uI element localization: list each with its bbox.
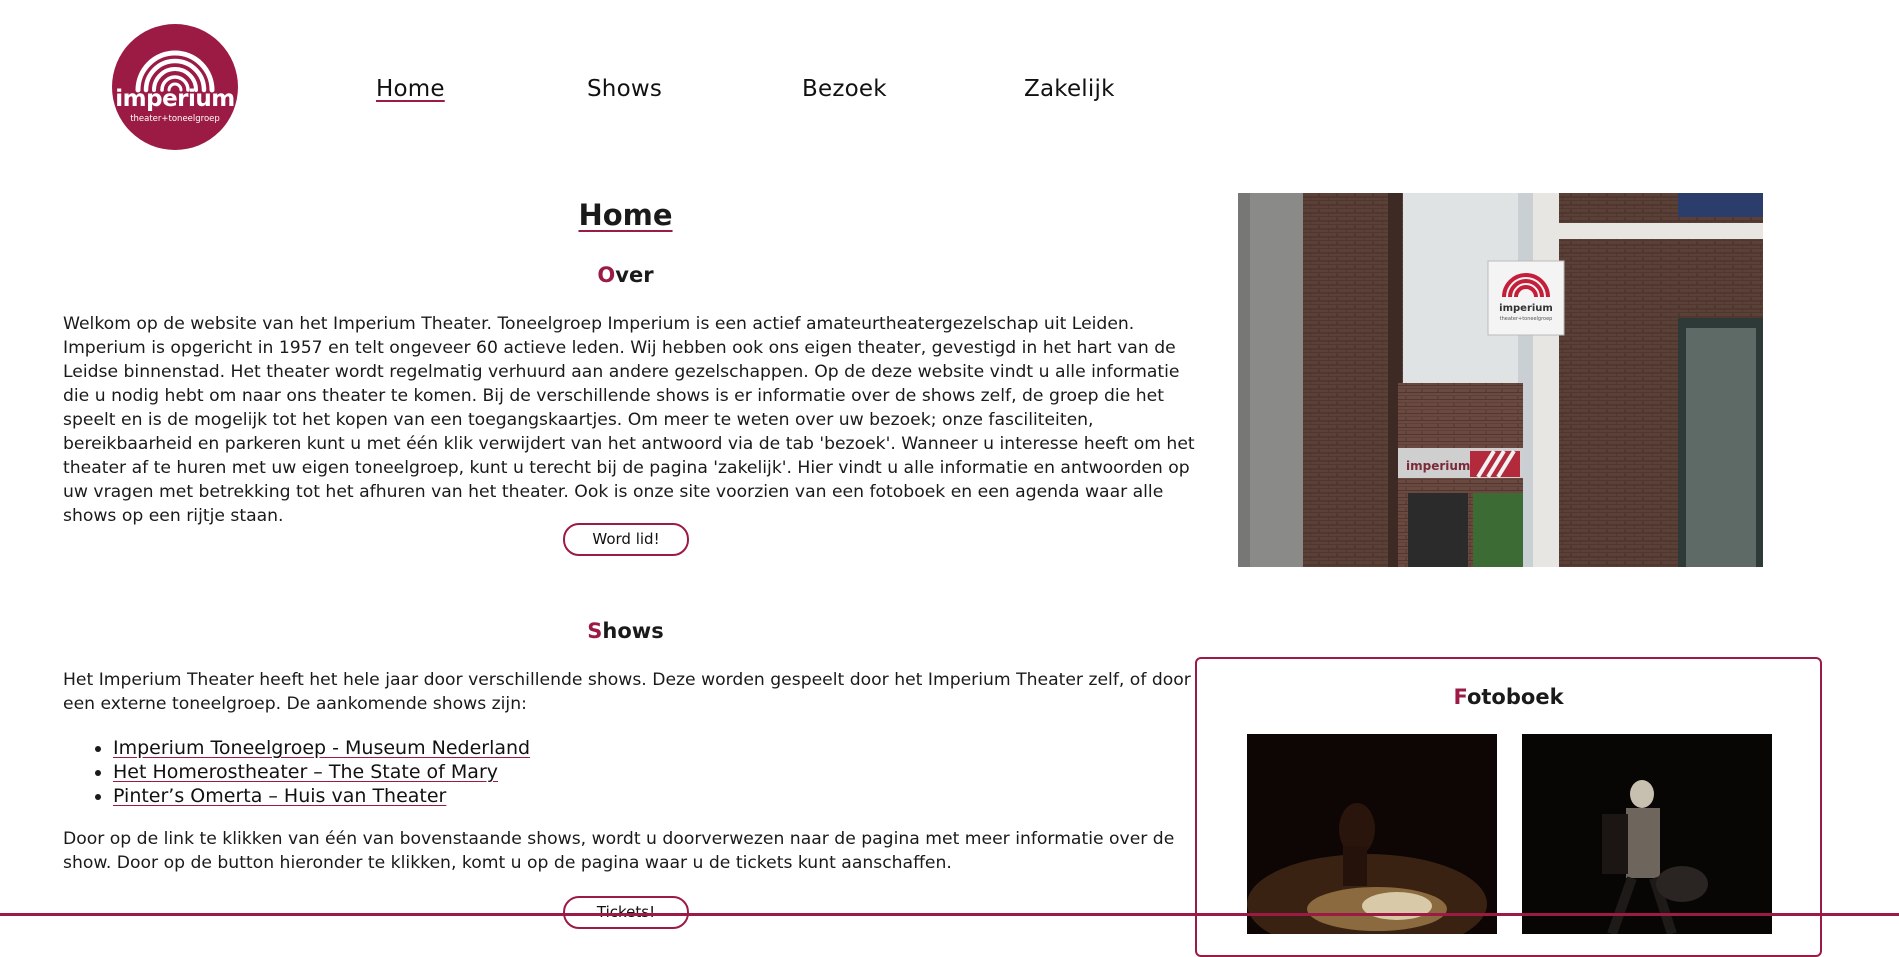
shows-heading-initial: S [587, 619, 603, 643]
fotoboek-heading-rest: otoboek [1466, 685, 1564, 709]
photo-sign-name: imperium [1499, 303, 1553, 314]
fotoboek-card: Fotoboek [1195, 657, 1822, 957]
site-logo[interactable]: imperium theater+toneelgroep [112, 24, 238, 150]
stage-scene-image [1247, 734, 1497, 934]
stage-actors-image [1522, 734, 1772, 934]
over-heading-initial: O [597, 263, 616, 287]
logo-name: imperium [115, 86, 235, 112]
fotoboek-photo-2[interactable] [1522, 734, 1772, 934]
nav-shows[interactable]: Shows [587, 76, 662, 102]
theater-building-image: imperium imperium theater+toneelgroep [1238, 193, 1763, 567]
fotoboek-heading: Fotoboek [1197, 685, 1820, 709]
fotoboek-photo-1[interactable] [1247, 734, 1497, 934]
over-heading-rest: ver [615, 263, 654, 287]
list-item: Imperium Toneelgroep - Museum Nederland [113, 736, 530, 760]
word-lid-button[interactable]: Word lid! [563, 523, 689, 556]
theater-photo: imperium imperium theater+toneelgroep [1238, 193, 1763, 567]
shows-heading: Shows [0, 619, 1251, 643]
svg-text:imperium: imperium [1406, 459, 1470, 473]
show-link-state-of-mary[interactable]: Het Homerostheater – The State of Mary [113, 761, 498, 783]
photo-sign-subtitle: theater+toneelgroep [1500, 316, 1553, 322]
show-link-museum-nederland[interactable]: Imperium Toneelgroep - Museum Nederland [113, 737, 530, 759]
over-heading: Over [0, 263, 1251, 287]
fotoboek-heading-initial: F [1453, 685, 1467, 709]
nav-zakelijk[interactable]: Zakelijk [1024, 76, 1115, 102]
page-title: Home [578, 198, 673, 232]
list-item: Het Homerostheater – The State of Mary [113, 760, 530, 784]
shows-intro: Het Imperium Theater heeft het hele jaar… [63, 670, 1191, 714]
shows-heading-rest: hows [602, 619, 664, 643]
nav-bezoek[interactable]: Bezoek [802, 76, 887, 102]
over-text: Welkom op de website van het Imperium Th… [63, 314, 1195, 526]
logo-subtitle: theater+toneelgroep [130, 114, 220, 124]
list-item: Pinter’s Omerta – Huis van Theater [113, 784, 530, 808]
nav-home[interactable]: Home [376, 76, 445, 102]
shows-list: Imperium Toneelgroep - Museum Nederland … [63, 736, 530, 808]
shows-outro: Door op de link te klikken van één van b… [63, 829, 1175, 873]
show-link-omerta[interactable]: Pinter’s Omerta – Huis van Theater [113, 785, 446, 807]
